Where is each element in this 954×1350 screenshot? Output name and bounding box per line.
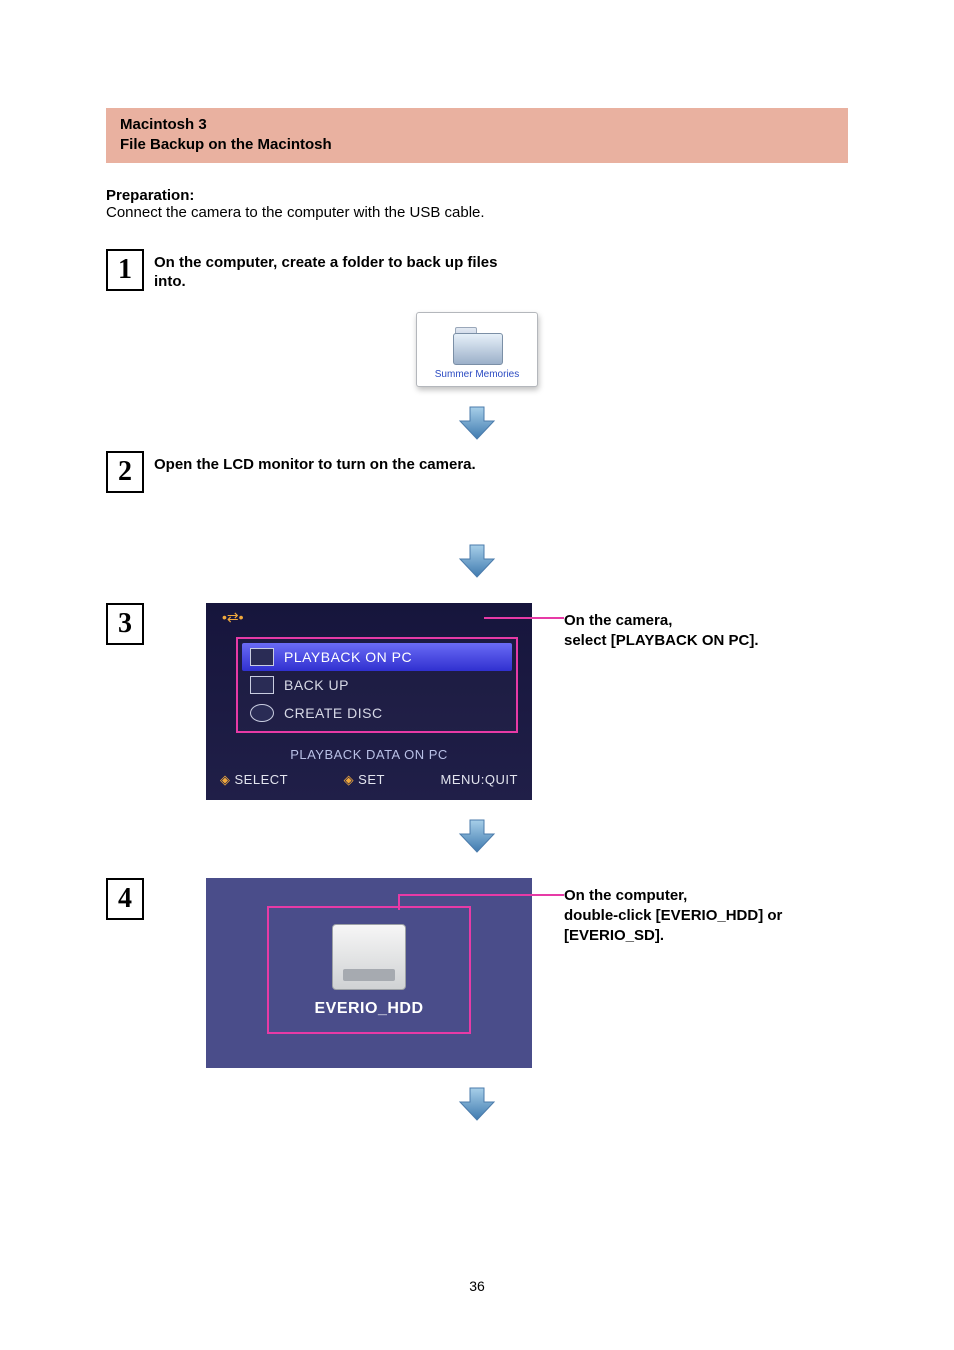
folder-illustration: Summer Memories: [106, 312, 848, 387]
folder-icon: [453, 327, 501, 363]
callout-line: [484, 617, 564, 619]
banner-line1: Macintosh 3: [120, 115, 834, 135]
arrow-down-icon: [106, 405, 848, 445]
step-text: On the computer, create a folder to back…: [154, 249, 514, 292]
folder-label: Summer Memories: [435, 369, 519, 380]
callout-line: [398, 894, 564, 896]
step-4: 4 EVERIO_HDD On the computer, double-cli…: [106, 878, 848, 1068]
step-2: 2 Open the LCD monitor to turn on the ca…: [106, 451, 848, 493]
step-number: 2: [106, 451, 144, 493]
camera-bottom-bar: ◈SELECT ◈SET MENU:QUIT: [206, 768, 532, 794]
menu-item-back-up[interactable]: BACK UP: [242, 671, 512, 699]
menu-item-label: BACK UP: [284, 677, 349, 693]
preparation-text: Connect the camera to the computer with …: [106, 204, 485, 221]
callout-line: [398, 894, 400, 910]
section-banner: Macintosh 3 File Backup on the Macintosh: [106, 108, 848, 163]
drive-label: EVERIO_HDD: [269, 1000, 469, 1018]
drive-item[interactable]: EVERIO_HDD: [267, 906, 471, 1034]
screen-icon: [250, 648, 274, 666]
arrow-down-icon: [106, 818, 848, 858]
menu-item-label: CREATE DISC: [284, 705, 383, 721]
disc-icon: [250, 704, 274, 722]
label-quit: MENU:QUIT: [441, 772, 518, 788]
banner-line2: File Backup on the Macintosh: [120, 135, 834, 155]
desktop-drive-screen: EVERIO_HDD: [206, 878, 532, 1068]
step-3: 3 •⇄• PLAYBACK ON PC BACK UP: [106, 603, 848, 800]
usb-icon: •⇄•: [222, 609, 244, 626]
camera-menu-desc: PLAYBACK DATA ON PC: [206, 747, 532, 762]
menu-item-label: PLAYBACK ON PC: [284, 649, 412, 665]
arrow-down-icon: [106, 543, 848, 583]
step-1: 1 On the computer, create a folder to ba…: [106, 249, 848, 292]
arrow-down-icon: [106, 1086, 848, 1126]
step-3-note: On the camera, select [PLAYBACK ON PC].: [564, 611, 759, 652]
preparation-title: Preparation:: [106, 187, 194, 204]
menu-item-playback-on-pc[interactable]: PLAYBACK ON PC: [242, 643, 512, 671]
label-select: SELECT: [235, 772, 289, 787]
label-set: SET: [358, 772, 385, 787]
step-number: 3: [106, 603, 144, 645]
step-text: Open the LCD monitor to turn on the came…: [154, 451, 476, 475]
preparation-block: Preparation: Connect the camera to the c…: [106, 187, 848, 221]
screen-icon: [250, 676, 274, 694]
step-number: 1: [106, 249, 144, 291]
step-4-note: On the computer, double-click [EVERIO_HD…: [564, 886, 804, 947]
camera-menu-box: PLAYBACK ON PC BACK UP CREATE DISC: [236, 637, 518, 733]
menu-item-create-disc[interactable]: CREATE DISC: [242, 699, 512, 727]
page-number: 36: [0, 1278, 954, 1294]
drive-icon: [332, 924, 406, 990]
step-number: 4: [106, 878, 144, 920]
dpad-icon: ◈: [344, 772, 355, 787]
camera-menu-screen: •⇄• PLAYBACK ON PC BACK UP CREATE DISC: [206, 603, 532, 800]
dpad-icon: ◈: [220, 772, 231, 787]
